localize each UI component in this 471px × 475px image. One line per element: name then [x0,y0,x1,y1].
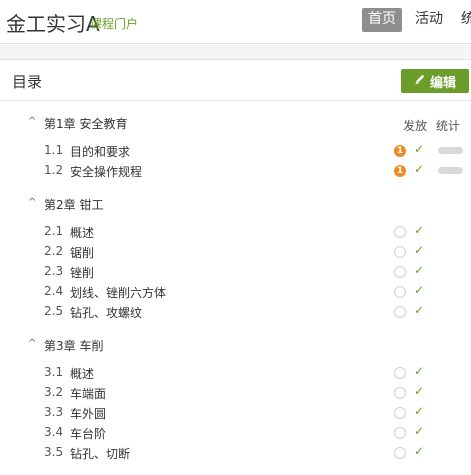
nav-statistics[interactable]: 统 [461,8,471,32]
lesson-number: 1.1 [44,143,64,157]
lesson-title[interactable]: 锉削 [70,264,94,281]
toc-header: 目录 编辑 [0,61,471,101]
published-check-icon[interactable]: ✓ [414,384,424,398]
lesson-row[interactable]: 3.2 车端面 ✓ [0,383,471,403]
published-check-icon[interactable]: ✓ [414,404,424,418]
lesson-number: 3.2 [44,385,64,399]
published-check-icon[interactable]: ✓ [414,142,424,156]
lesson-number: 2.3 [44,264,64,278]
chapter-row[interactable]: ^ 第2章 钳工 [0,195,471,215]
lesson-row[interactable]: 2.2 锯削 ✓ [0,242,471,262]
statistics-bar[interactable] [438,147,463,154]
published-check-icon[interactable]: ✓ [414,263,424,277]
published-check-icon[interactable]: ✓ [414,303,424,317]
status-circle-icon[interactable] [394,407,406,419]
status-circle-icon[interactable] [394,447,406,459]
published-check-icon[interactable]: ✓ [414,444,424,458]
course-title[interactable]: 金工实习A [6,8,100,37]
collapse-caret-icon[interactable]: ^ [28,197,36,208]
toc-title: 目录 [12,73,43,91]
task-count-badge[interactable]: 1 [394,165,406,177]
lesson-title[interactable]: 概述 [70,224,94,241]
chapter-title[interactable]: 第3章 车削 [44,337,103,354]
chapter-row[interactable]: ^ 第1章 安全教育 [0,114,471,134]
lesson-row[interactable]: 2.3 锉削 ✓ [0,262,471,282]
status-circle-icon[interactable] [394,367,406,379]
lesson-row[interactable]: 2.5 钻孔、攻螺纹 ✓ [0,302,471,322]
lesson-row[interactable]: 2.1 概述 ✓ [0,222,471,242]
lesson-title[interactable]: 车外圆 [70,405,106,422]
lesson-title[interactable]: 钻孔、攻螺纹 [70,304,142,321]
lesson-row[interactable]: 3.3 车外圆 ✓ [0,403,471,423]
published-check-icon[interactable]: ✓ [414,243,424,257]
collapse-caret-icon[interactable]: ^ [28,116,36,127]
nav-home[interactable]: 首页 [362,8,402,32]
status-circle-icon[interactable] [394,306,406,318]
lesson-title[interactable]: 目的和要求 [70,143,130,160]
lesson-number: 2.2 [44,244,64,258]
pencil-icon [414,73,426,89]
chapter-title[interactable]: 第2章 钳工 [44,196,103,213]
edit-button-label: 编辑 [429,75,456,91]
lesson-number: 3.5 [44,445,64,459]
lesson-number: 1.2 [44,163,64,177]
lesson-title[interactable]: 安全操作规程 [70,163,142,180]
section-divider [0,45,471,60]
lesson-number: 2.1 [44,224,64,238]
lesson-number: 2.5 [44,304,64,318]
lesson-row[interactable]: 1.1 目的和要求 1 ✓ [0,141,471,161]
lesson-title[interactable]: 车端面 [70,385,106,402]
collapse-caret-icon[interactable]: ^ [28,338,36,349]
nav-activity[interactable]: 活动 [415,8,443,32]
lesson-number: 2.4 [44,284,64,298]
lesson-title[interactable]: 划线、锉削六方体 [70,284,166,301]
lesson-title[interactable]: 车台阶 [70,425,106,442]
status-circle-icon[interactable] [394,246,406,258]
lesson-title[interactable]: 锯削 [70,244,94,261]
edit-button[interactable]: 编辑 [401,69,469,93]
chapter-row[interactable]: ^ 第3章 车削 [0,336,471,356]
course-portal-link[interactable]: 课程门户 [90,15,138,32]
chapter-title[interactable]: 第1章 安全教育 [44,115,127,132]
status-circle-icon[interactable] [394,286,406,298]
status-circle-icon[interactable] [394,427,406,439]
statistics-bar[interactable] [438,167,463,174]
status-circle-icon[interactable] [394,266,406,278]
lesson-row[interactable]: 3.5 钻孔、切断 ✓ [0,443,471,463]
status-circle-icon[interactable] [394,387,406,399]
lesson-title[interactable]: 概述 [70,365,94,382]
published-check-icon[interactable]: ✓ [414,364,424,378]
task-count-badge[interactable]: 1 [394,145,406,157]
published-check-icon[interactable]: ✓ [414,223,424,237]
published-check-icon[interactable]: ✓ [414,283,424,297]
top-bar: 金工实习A 课程门户 首页 活动 统 [0,0,471,44]
lesson-row[interactable]: 2.4 划线、锉削六方体 ✓ [0,282,471,302]
lesson-row[interactable]: 3.4 车台阶 ✓ [0,423,471,443]
lesson-number: 3.4 [44,425,64,439]
lesson-row[interactable]: 1.2 安全操作规程 1 ✓ [0,161,471,181]
lesson-number: 3.1 [44,365,64,379]
published-check-icon[interactable]: ✓ [414,424,424,438]
lesson-row[interactable]: 3.1 概述 ✓ [0,363,471,383]
lesson-number: 3.3 [44,405,64,419]
lesson-title[interactable]: 钻孔、切断 [70,445,130,462]
status-circle-icon[interactable] [394,226,406,238]
published-check-icon[interactable]: ✓ [414,162,424,176]
